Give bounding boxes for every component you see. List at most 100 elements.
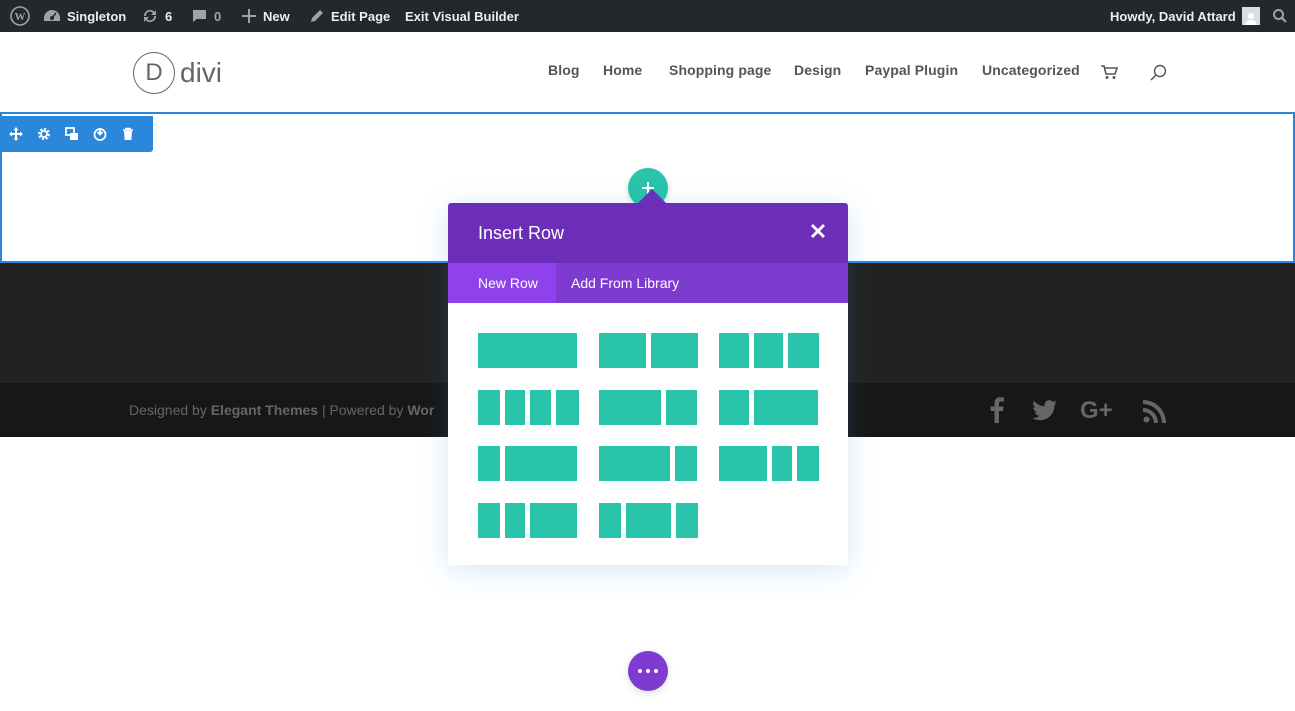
credits-wordpress-link[interactable]: Wor	[407, 402, 434, 418]
layout-column	[626, 503, 671, 538]
layout-column	[478, 333, 577, 368]
layout-column	[478, 503, 500, 538]
move-icon[interactable]	[8, 126, 24, 142]
twitter-icon[interactable]	[1032, 400, 1057, 421]
layout-column	[556, 390, 579, 425]
tab-new-row-label: New Row	[478, 275, 538, 291]
modal-tabs: New Row Add From Library	[448, 263, 848, 303]
search-icon	[1273, 9, 1287, 23]
layout-column	[797, 446, 819, 481]
layout-1-3-1-3-1-3[interactable]	[719, 333, 819, 368]
credits-brand-link[interactable]: Elegant Themes	[211, 402, 318, 418]
pencil-icon	[311, 10, 323, 22]
layout-column	[676, 503, 698, 538]
dashboard-icon	[44, 10, 60, 21]
layout-1-2-1-4-1-4[interactable]	[719, 446, 819, 481]
cart-icon[interactable]	[1101, 65, 1118, 80]
layout-2-3-1-3[interactable]	[599, 390, 697, 425]
exit-visual-builder-button[interactable]: Exit Visual Builder	[405, 0, 519, 32]
edit-page-label: Edit Page	[331, 8, 391, 24]
layout-1-4-1-4-1-2[interactable]	[478, 503, 577, 538]
close-icon[interactable]	[810, 223, 826, 239]
rss-icon[interactable]	[1143, 399, 1167, 423]
modal-title: Insert Row	[478, 223, 565, 243]
layout-1-4-1-2-1-4[interactable]	[599, 503, 698, 538]
site-header: D divi Blog Home Shopping page Design Pa…	[0, 32, 1295, 112]
exit-visual-builder-label: Exit Visual Builder	[405, 8, 519, 24]
user-silhouette-icon	[1244, 13, 1257, 25]
layout-column	[651, 333, 698, 368]
layout-3-4-1-4[interactable]	[599, 446, 697, 481]
layout-column	[505, 503, 525, 538]
comments-count: 0	[214, 8, 222, 24]
layout-column	[599, 446, 670, 481]
trash-icon[interactable]	[120, 126, 136, 142]
layout-column	[478, 446, 500, 481]
layout-column	[719, 333, 749, 368]
wp-admin-bar: W Singleton 6 0 New Edit Page Exit Visua…	[0, 0, 1295, 32]
layout-column	[599, 333, 646, 368]
edit-page-button[interactable]: Edit Page	[309, 0, 390, 32]
layout-column	[675, 446, 697, 481]
layout-4-quarters[interactable]	[478, 390, 579, 425]
new-content-button[interactable]: New	[241, 0, 290, 32]
nav-item-blog[interactable]: Blog	[548, 62, 580, 78]
settings-gear-icon[interactable]	[36, 126, 52, 142]
nav-item-paypal-plugin[interactable]: Paypal Plugin	[865, 62, 958, 78]
save-to-library-icon[interactable]	[92, 126, 108, 142]
layout-column	[719, 390, 749, 425]
modal-pointer-arrow	[638, 189, 666, 203]
logo-text: divi	[180, 57, 223, 88]
layout-column	[530, 390, 551, 425]
nav-item-uncategorized[interactable]: Uncategorized	[982, 62, 1080, 78]
dot	[646, 669, 650, 673]
dot	[638, 669, 642, 673]
google-plus-icon[interactable]: G+	[1080, 398, 1120, 422]
site-logo[interactable]: D divi	[133, 52, 222, 94]
new-label: New	[263, 8, 290, 24]
dot	[654, 669, 658, 673]
layout-1-3-2-3[interactable]	[719, 390, 818, 425]
plus-icon	[242, 9, 256, 23]
credits-prefix: Designed by	[129, 402, 211, 418]
wordpress-logo-button[interactable]: W	[10, 0, 30, 32]
comment-icon	[193, 10, 206, 22]
site-name: Singleton	[67, 8, 127, 24]
comments-button[interactable]: 0	[191, 0, 221, 32]
tab-add-from-library-label: Add From Library	[571, 275, 680, 291]
duplicate-icon[interactable]	[64, 126, 80, 142]
page-settings-button[interactable]	[628, 651, 668, 691]
user-account-menu[interactable]: Howdy, David Attard	[1110, 0, 1260, 32]
layout-column	[599, 390, 661, 425]
facebook-icon[interactable]	[990, 397, 1004, 423]
footer-credits: Designed by Elegant Themes | Powered by …	[129, 402, 434, 418]
layout-column	[530, 503, 577, 538]
nav-item-design[interactable]: Design	[794, 62, 841, 78]
layout-1-col[interactable]	[478, 333, 577, 368]
search-icon[interactable]	[1150, 64, 1167, 81]
layout-column	[719, 446, 767, 481]
site-name-menu[interactable]: Singleton	[43, 0, 126, 32]
layout-column	[505, 390, 525, 425]
credits-separator: | Powered by	[318, 402, 408, 418]
layout-column	[666, 390, 697, 425]
layout-1-2-1-2[interactable]	[599, 333, 698, 368]
layout-column	[754, 390, 818, 425]
insert-row-modal: Insert Row New Row Add From Library	[448, 203, 848, 565]
updates-button[interactable]: 6	[141, 0, 172, 32]
layout-column	[788, 333, 819, 368]
wordpress-icon: W	[10, 6, 30, 26]
tab-new-row[interactable]: New Row	[448, 263, 556, 303]
layout-column	[478, 390, 500, 425]
tab-add-from-library[interactable]: Add From Library	[556, 263, 694, 303]
updates-icon	[143, 9, 157, 23]
layout-1-4-3-4[interactable]	[478, 446, 577, 481]
section-toolbar	[0, 116, 153, 152]
avatar	[1241, 7, 1260, 25]
svg-text:G+: G+	[1080, 398, 1113, 422]
howdy-text: Howdy, David Attard	[1110, 8, 1236, 24]
admin-search-button[interactable]	[1272, 0, 1288, 32]
nav-item-home[interactable]: Home	[603, 62, 642, 78]
nav-item-shopping-page[interactable]: Shopping page	[669, 62, 771, 78]
logo-mark: D	[133, 52, 175, 94]
